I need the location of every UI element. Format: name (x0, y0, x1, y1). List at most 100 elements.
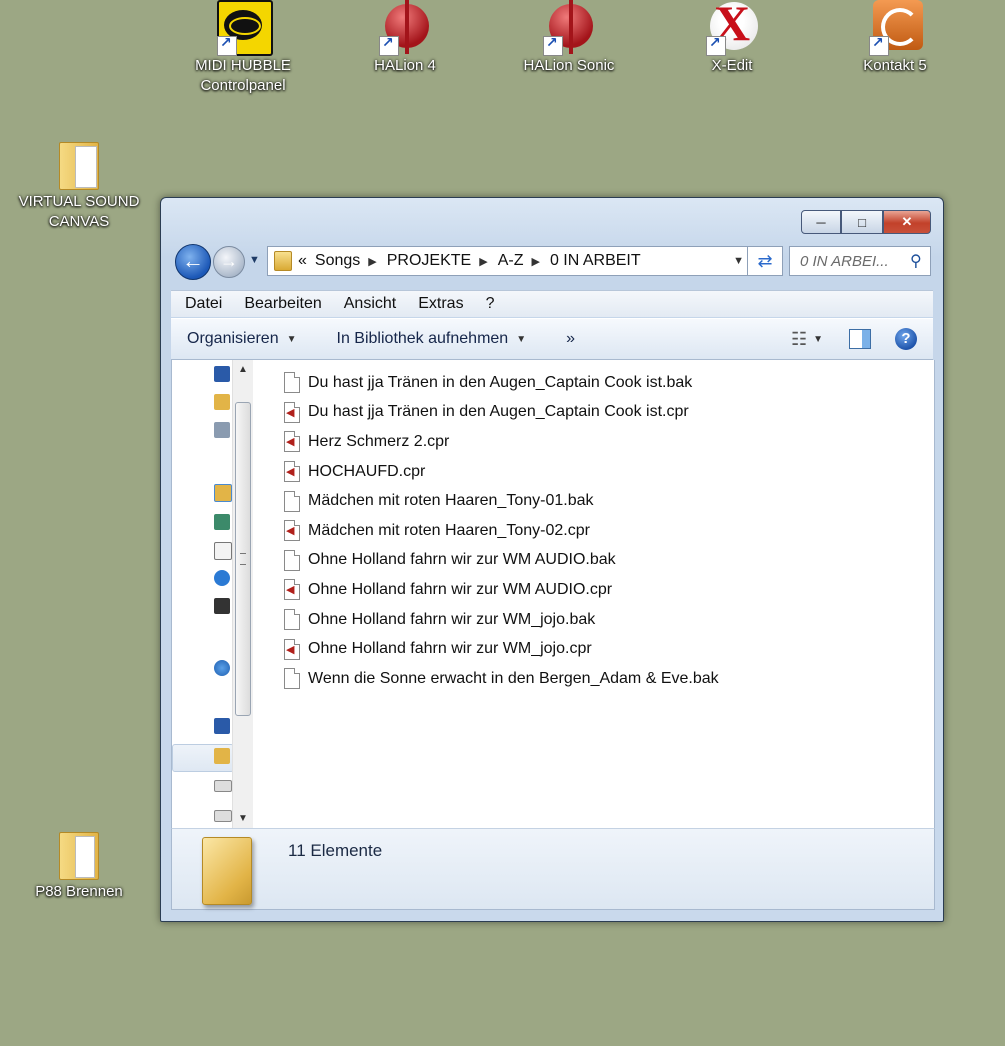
desktop-icon-label: HALion 4 (374, 57, 436, 74)
music-library-icon[interactable] (214, 570, 230, 586)
search-icon[interactable]: ⚲ (910, 251, 922, 271)
item-count: 11 Elemente (288, 841, 383, 860)
cubase-project-icon (284, 461, 300, 483)
file-name: Ohne Holland fahrn wir zur WM AUDIO.cpr (308, 580, 613, 598)
file-item[interactable]: Du hast jja Tränen in den Augen_Captain … (284, 368, 904, 398)
desktop-folder-p88-brennen[interactable]: P88 Brennen (14, 826, 144, 902)
file-item[interactable]: Wenn die Sonne erwacht in den Bergen_Ada… (284, 664, 904, 694)
computer-icon[interactable] (214, 718, 230, 734)
folder-nav-icon[interactable] (214, 394, 230, 410)
file-icon (284, 372, 300, 394)
desktop-nav-icon[interactable] (214, 366, 230, 382)
menu-ansicht[interactable]: Ansicht (344, 295, 396, 313)
documents-library-icon[interactable] (214, 542, 232, 560)
file-name: Mädchen mit roten Haaren_Tony-01.bak (308, 492, 594, 510)
file-name: Ohne Holland fahrn wir zur WM_jojo.cpr (308, 640, 592, 658)
shortcut-arrow-icon (706, 35, 726, 56)
close-button[interactable]: ✕ (883, 210, 931, 234)
recent-places-icon[interactable] (214, 422, 230, 438)
desktop-icon-midi-hubble[interactable]: MIDI HUBBLE Controlpanel (178, 0, 308, 96)
menu-bearbeiten[interactable]: Bearbeiten (244, 295, 321, 313)
recent-pages-dropdown[interactable]: ▼ (249, 254, 260, 266)
file-name: Du hast jja Tränen in den Augen_Captain … (308, 373, 693, 391)
chevron-down-icon[interactable]: ▼ (813, 334, 823, 345)
preview-pane-icon[interactable] (849, 329, 871, 349)
navigation-row: ← → ▼ « Songs ▶ PROJEKTE ▶ A-Z ▶ 0 IN AR… (171, 242, 933, 282)
file-icon (284, 609, 300, 631)
file-name: Herz Schmerz 2.cpr (308, 432, 450, 450)
desktop-icon-halion-4[interactable]: HALion 4 (340, 0, 470, 76)
help-icon[interactable]: ? (895, 328, 917, 350)
file-item[interactable]: Ohne Holland fahrn wir zur WM AUDIO.bak (284, 546, 904, 576)
folder-icon (202, 837, 252, 905)
breadcrumb-a-z[interactable]: A-Z (498, 252, 524, 270)
minimize-button[interactable]: ─ (801, 210, 841, 234)
file-name: Du hast jja Tränen in den Augen_Captain … (308, 403, 689, 421)
shortcut-arrow-icon (217, 35, 237, 56)
pictures-library-icon[interactable] (214, 514, 230, 530)
nav-pane-scrollbar[interactable]: ▲ ▼ (232, 360, 253, 828)
breadcrumb-projekte[interactable]: PROJEKTE (387, 252, 471, 270)
search-box: ⚲ (789, 246, 931, 276)
desktop-icon-x-edit[interactable]: X X-Edit (667, 0, 797, 76)
file-item[interactable]: Ohne Holland fahrn wir zur WM AUDIO.cpr (284, 575, 904, 605)
desktop-icon-label: MIDI HUBBLE (195, 57, 291, 74)
menu-extras[interactable]: Extras (418, 295, 463, 313)
midi-hubble-icon (215, 0, 273, 56)
scroll-down-icon[interactable]: ▼ (233, 813, 253, 824)
file-name: Mädchen mit roten Haaren_Tony-02.cpr (308, 521, 590, 539)
breadcrumb-current-folder[interactable]: 0 IN ARBEIT (550, 252, 641, 270)
file-item[interactable]: Mädchen mit roten Haaren_Tony-01.bak (284, 486, 904, 516)
more-commands-button[interactable]: » (566, 330, 575, 348)
breadcrumb-overflow[interactable]: « (298, 252, 307, 270)
add-to-library-button[interactable]: In Bibliothek aufnehmen ▼ (337, 330, 527, 348)
file-icon (284, 490, 300, 512)
scrollbar-grip (240, 553, 246, 565)
forward-button[interactable]: → (213, 246, 245, 278)
halion-sonic-icon (541, 0, 597, 56)
desktop-icon-label: P88 Brennen (35, 883, 123, 900)
window-caption-buttons: ─ □ ✕ (801, 210, 931, 234)
search-input[interactable] (798, 251, 906, 271)
libraries-icon[interactable] (214, 484, 232, 502)
file-item[interactable]: Ohne Holland fahrn wir zur WM_jojo.cpr (284, 634, 904, 664)
shortcut-arrow-icon (869, 35, 889, 56)
breadcrumb-separator-icon[interactable]: ▶ (479, 255, 487, 268)
desktop-icon-kontakt-5[interactable]: Kontakt 5 (830, 0, 960, 76)
homegroup-icon[interactable] (214, 660, 230, 676)
view-options-icon[interactable]: ☷ (791, 329, 807, 350)
folder-icon (51, 136, 107, 192)
organize-button[interactable]: Organisieren ▼ (187, 330, 297, 348)
drive-icon[interactable] (214, 810, 232, 822)
desktop-icon-label: CANVAS (48, 213, 110, 230)
file-item[interactable]: Mädchen mit roten Haaren_Tony-02.cpr (284, 516, 904, 546)
address-dropdown-icon[interactable]: ▼ (733, 255, 744, 267)
breadcrumb-songs[interactable]: Songs (315, 252, 360, 270)
back-button[interactable]: ← (175, 244, 211, 280)
videos-library-icon[interactable] (214, 598, 230, 614)
desktop-icon-halion-sonic[interactable]: HALion Sonic (504, 0, 634, 76)
folder-icon (51, 826, 107, 882)
organize-label: Organisieren (187, 330, 279, 347)
maximize-button[interactable]: □ (841, 210, 883, 234)
file-item[interactable]: Ohne Holland fahrn wir zur WM_jojo.bak (284, 605, 904, 635)
menu-datei[interactable]: Datei (185, 295, 222, 313)
file-item[interactable]: Du hast jja Tränen in den Augen_Captain … (284, 398, 904, 428)
more-commands-label: » (566, 330, 575, 347)
desktop-folder-virtual-sound-canvas[interactable]: VIRTUAL SOUND CANVAS (14, 136, 144, 232)
drive-icon[interactable] (214, 748, 230, 764)
scroll-up-icon[interactable]: ▲ (233, 364, 253, 375)
file-name: HOCHAUFD.cpr (308, 462, 426, 480)
file-item[interactable]: Herz Schmerz 2.cpr (284, 427, 904, 457)
command-bar-right: ☷ ▼ ? (791, 328, 933, 350)
menu-help[interactable]: ? (486, 295, 495, 313)
file-icon (284, 668, 300, 690)
breadcrumb-separator-icon[interactable]: ▶ (531, 255, 539, 268)
address-bar[interactable]: « Songs ▶ PROJEKTE ▶ A-Z ▶ 0 IN ARBEIT ▼ (267, 246, 753, 276)
breadcrumb-separator-icon[interactable]: ▶ (368, 255, 376, 268)
refresh-button[interactable]: ⇄ (747, 246, 783, 276)
file-item[interactable]: HOCHAUFD.cpr (284, 457, 904, 487)
drive-icon[interactable] (214, 780, 232, 792)
scrollbar-thumb[interactable] (235, 402, 251, 716)
cubase-project-icon (284, 638, 300, 660)
